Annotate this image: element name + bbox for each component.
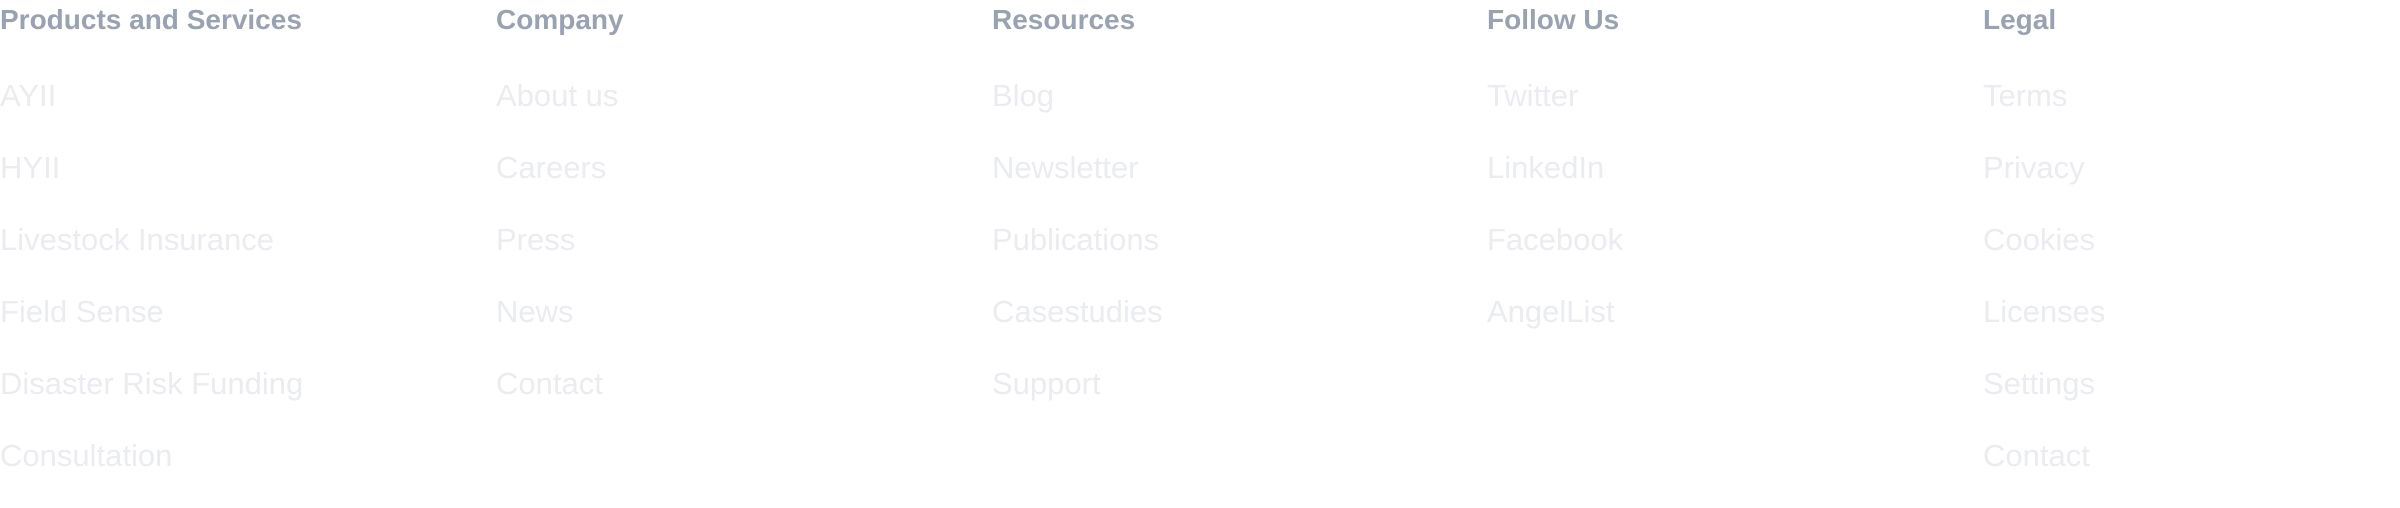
footer-link-twitter[interactable]: Twitter — [1487, 76, 1623, 148]
footer-link-licenses[interactable]: Licenses — [1983, 292, 2105, 364]
column-heading: Resources — [992, 4, 1136, 35]
link-list: Terms Privacy Cookies Licenses Settings … — [1983, 76, 2105, 508]
footer-link-newsletter[interactable]: Newsletter — [992, 148, 1163, 220]
footer-link-disaster-risk-funding[interactable]: Disaster Risk Funding — [0, 364, 303, 436]
footer-column-legal: Legal Terms Privacy Cookies Licenses Set… — [1983, 0, 2400, 473]
footer-link-ayii[interactable]: AYII — [0, 76, 303, 148]
footer-links: Products and Services AYII HYII Livestoc… — [0, 0, 2400, 480]
footer-link-privacy[interactable]: Privacy — [1983, 148, 2105, 220]
footer-link-press[interactable]: Press — [496, 220, 618, 292]
footer-link-settings[interactable]: Settings — [1983, 364, 2105, 436]
footer-link-hyii[interactable]: HYII — [0, 148, 303, 220]
link-list: About us Careers Press News Contact — [496, 76, 618, 436]
link-list: AYII HYII Livestock Insurance Field Sens… — [0, 76, 303, 508]
column-heading: Company — [496, 4, 624, 35]
footer-column-company: Company About us Careers Press News Cont… — [496, 0, 976, 401]
footer-link-blog[interactable]: Blog — [992, 76, 1163, 148]
footer-link-angellist[interactable]: AngelList — [1487, 292, 1623, 364]
column-heading: Legal — [1983, 4, 2057, 35]
link-list: Twitter LinkedIn Facebook AngelList — [1487, 76, 1623, 364]
footer-column-follow-us: Follow Us Twitter LinkedIn Facebook Ange… — [1487, 0, 1967, 329]
column-heading: Products and Services — [0, 4, 302, 35]
footer-link-about-us[interactable]: About us — [496, 76, 618, 148]
footer-link-support[interactable]: Support — [992, 364, 1163, 436]
footer-link-field-sense[interactable]: Field Sense — [0, 292, 303, 364]
footer-link-contact[interactable]: Contact — [496, 364, 618, 436]
footer-column-resources: Resources Blog Newsletter Publications C… — [992, 0, 1472, 401]
footer-link-careers[interactable]: Careers — [496, 148, 618, 220]
footer-link-casestudies[interactable]: Casestudies — [992, 292, 1163, 364]
footer-link-cookies[interactable]: Cookies — [1983, 220, 2105, 292]
footer-link-news[interactable]: News — [496, 292, 618, 364]
footer-link-terms[interactable]: Terms — [1983, 76, 2105, 148]
footer-link-legal-contact[interactable]: Contact — [1983, 436, 2105, 508]
footer-column-products-and-services: Products and Services AYII HYII Livestoc… — [0, 0, 480, 473]
footer-link-publications[interactable]: Publications — [992, 220, 1163, 292]
link-list: Blog Newsletter Publications Casestudies… — [992, 76, 1163, 436]
footer-link-livestock-insurance[interactable]: Livestock Insurance — [0, 220, 303, 292]
footer-link-linkedin[interactable]: LinkedIn — [1487, 148, 1623, 220]
footer-link-facebook[interactable]: Facebook — [1487, 220, 1623, 292]
footer-link-consultation[interactable]: Consultation — [0, 436, 303, 508]
column-heading: Follow Us — [1487, 4, 1620, 35]
